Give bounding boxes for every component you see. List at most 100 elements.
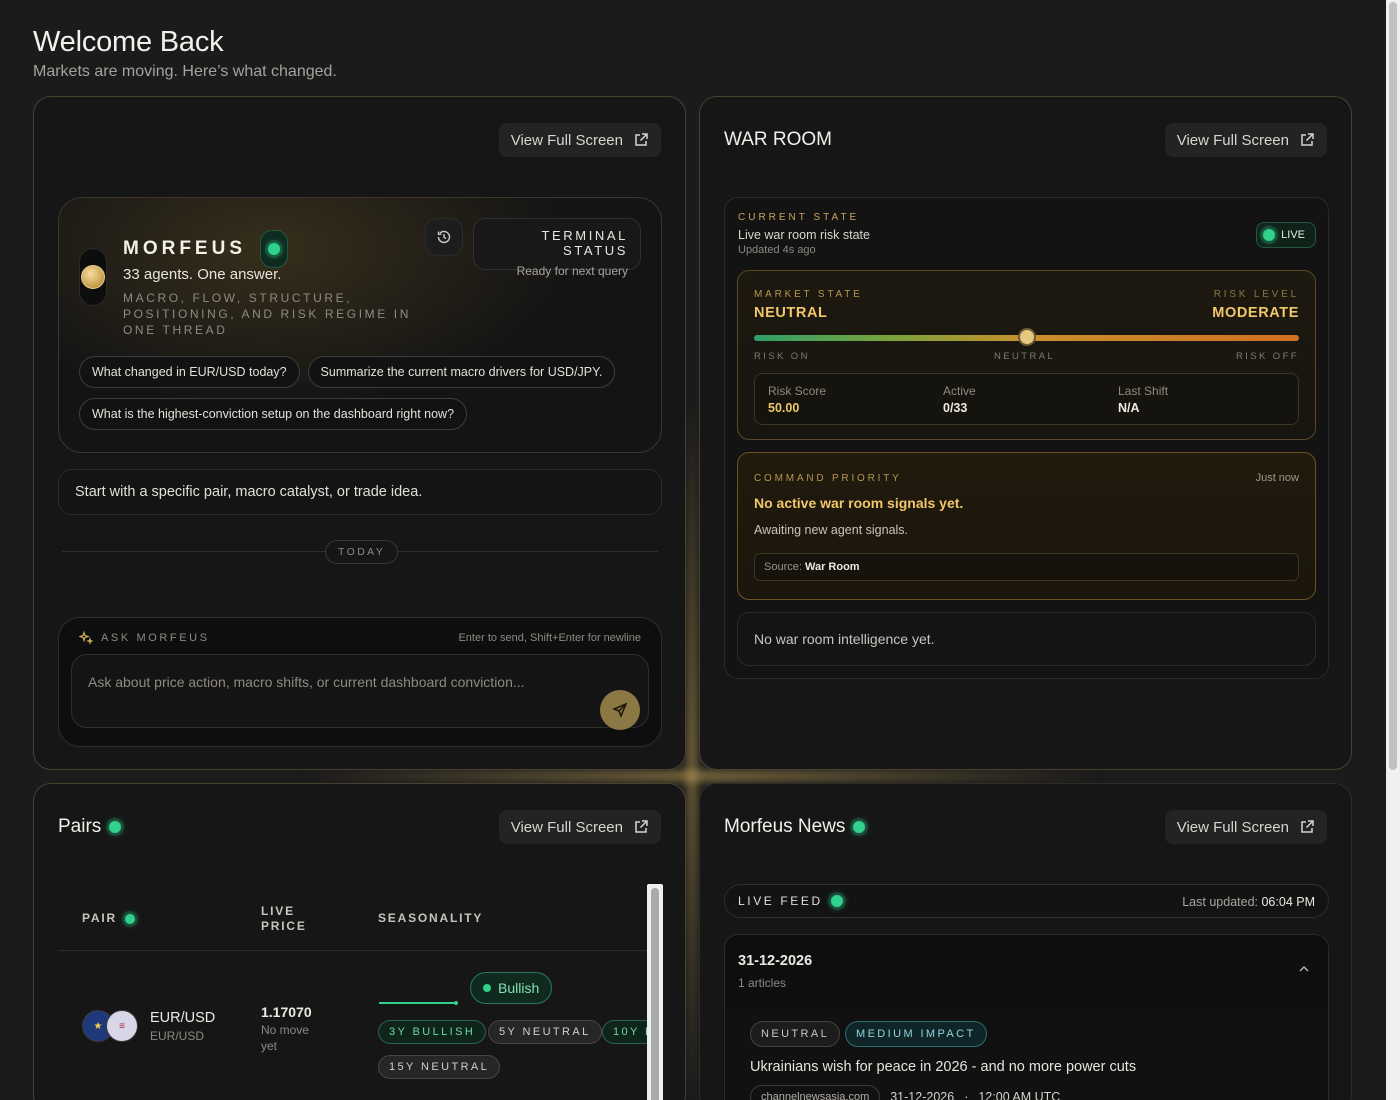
starter-message: Start with a specific pair, macro cataly… <box>58 469 662 515</box>
source-value: War Room <box>804 561 860 573</box>
suggestion-chips: What changed in EUR/USD today? Summarize… <box>79 356 639 430</box>
history-icon <box>437 230 451 244</box>
source-label: Source: <box>764 561 802 573</box>
view-full-screen-button[interactable]: View Full Screen <box>1164 123 1327 157</box>
impact-tag: MEDIUM IMPACT <box>845 1021 987 1047</box>
suggestion-chip[interactable]: What changed in EUR/USD today? <box>79 356 300 388</box>
chevron-up-icon[interactable] <box>1298 965 1310 973</box>
ask-morfeus-header: ASK MORFEUS <box>79 631 210 645</box>
stat-active: Active 0/33 <box>943 384 976 415</box>
news-day-count: 1 articles <box>738 976 787 990</box>
live-dot-icon <box>124 913 135 924</box>
live-badge: LIVE <box>1256 222 1316 248</box>
current-state-label: CURRENT STATE <box>738 212 860 223</box>
source-row: Source: War Room <box>754 553 1299 581</box>
price-move: No move yet <box>261 1023 310 1053</box>
command-priority-card: COMMAND PRIORITY Just now No active war … <box>737 452 1316 600</box>
ask-hint: Enter to send, Shift+Enter for newline <box>458 632 641 644</box>
view-full-screen-label: View Full Screen <box>510 131 623 149</box>
last-updated-label: Last updated: <box>1182 895 1258 909</box>
article-source[interactable]: channelnewsasia.com <box>750 1085 881 1100</box>
current-state-card: CURRENT STATE Live war room risk state U… <box>724 197 1329 679</box>
send-button[interactable] <box>600 690 640 730</box>
external-link-icon <box>1301 133 1314 146</box>
live-dot-icon <box>853 821 866 833</box>
view-full-screen-button[interactable]: View Full Screen <box>498 810 661 844</box>
risk-level-label: RISK LEVEL <box>1213 289 1299 300</box>
war-room-panel: WAR ROOM View Full Screen CURRENT STATE … <box>699 96 1352 770</box>
scale-neutral: NEUTRAL <box>994 351 1056 362</box>
article-meta: channelnewsasia.com 31-12-2026 · 12:00 A… <box>750 1085 1060 1100</box>
external-link-icon <box>635 820 648 833</box>
today-divider: TODAY <box>325 540 399 564</box>
article-time: 12:00 AM UTC <box>978 1090 1061 1100</box>
intelligence-empty-state: No war room intelligence yet. <box>737 612 1316 666</box>
article-date: 31-12-2026 <box>890 1090 955 1100</box>
ask-morfeus-label: ASK MORFEUS <box>101 632 210 644</box>
market-state-value: NEUTRAL <box>754 305 828 321</box>
risk-level-value: MODERATE <box>1212 305 1299 321</box>
sparkle-icon <box>79 631 93 645</box>
updated-timestamp: Updated 4s ago <box>738 244 816 256</box>
column-header-pair[interactable]: PAIR <box>82 911 135 926</box>
article-title[interactable]: Ukrainians wish for peace in 2026 - and … <box>750 1059 1136 1075</box>
pair-name: EUR/USD <box>150 1010 216 1026</box>
news-panel: Morfeus News View Full Screen LIVE FEED … <box>699 783 1352 1100</box>
command-priority-label: COMMAND PRIORITY <box>754 473 902 484</box>
terminal-status-value: Ready for next query <box>516 264 628 278</box>
ask-input[interactable]: Ask about price action, macro shifts, or… <box>71 654 649 730</box>
view-full-screen-label: View Full Screen <box>1176 131 1289 149</box>
page-header: Welcome Back Markets are moving. Here’s … <box>33 26 337 81</box>
seasonality-tag: 15Y NEUTRAL <box>378 1055 501 1079</box>
history-button[interactable] <box>425 218 463 256</box>
command-priority-title: No active war room signals yet. <box>754 495 964 511</box>
command-priority-text: Awaiting new agent signals. <box>754 523 909 537</box>
seasonality-tag: 5Y NEUTRAL <box>488 1020 602 1044</box>
morfeus-chat-panel: View Full Screen MORFEUS 33 agents. One … <box>33 96 686 770</box>
risk-stats: Risk Score 50.00 Active 0/33 Last Shift … <box>754 373 1299 425</box>
column-header-live-price[interactable]: LIVE PRICE <box>261 904 307 934</box>
live-dot-icon <box>1263 229 1276 241</box>
page-scrollbar[interactable] <box>1386 0 1400 1100</box>
pairs-panel: Pairs View Full Screen PAIR LIVE PRICE S… <box>33 783 686 1100</box>
morfeus-card: MORFEUS 33 agents. One answer. MACRO, FL… <box>58 197 662 453</box>
stat-value: 0/33 <box>943 401 968 415</box>
column-header-seasonality[interactable]: SEASONALITY <box>378 911 483 926</box>
suggestion-chip[interactable]: What is the highest-conviction setup on … <box>79 398 468 430</box>
sentiment-tag: NEUTRAL <box>750 1021 841 1047</box>
stat-last-shift: Last Shift N/A <box>1118 384 1168 415</box>
command-priority-time: Just now <box>1255 472 1299 484</box>
news-title: Morfeus News <box>724 816 866 838</box>
ask-morfeus-composer: ASK MORFEUS Enter to send, Shift+Enter f… <box>58 617 662 747</box>
panel-glow-divider <box>300 770 1100 782</box>
morfeus-description: MACRO, FLOW, STRUCTURE, POSITIONING, AND… <box>123 291 411 337</box>
online-status-indicator <box>260 230 288 268</box>
suggestion-chip[interactable]: Summarize the current macro drivers for … <box>307 356 616 388</box>
risk-gauge-thumb <box>1017 328 1036 346</box>
table-scrollbar[interactable] <box>647 884 663 1100</box>
view-full-screen-label: View Full Screen <box>510 818 623 836</box>
view-full-screen-button[interactable]: View Full Screen <box>498 123 661 157</box>
view-full-screen-button[interactable]: View Full Screen <box>1164 810 1327 844</box>
pair-sub: EUR/USD <box>150 1029 205 1043</box>
external-link-icon <box>1301 820 1314 833</box>
view-full-screen-label: View Full Screen <box>1176 818 1289 836</box>
terminal-status: TERMINAL STATUS Ready for next query <box>473 218 641 278</box>
seasonality-tags: 3Y BULLISH 5Y NEUTRAL 10Y BULLISH 15Y NE… <box>378 1016 648 1086</box>
ask-input-placeholder: Ask about price action, macro shifts, or… <box>88 674 525 690</box>
live-label: LIVE <box>1281 229 1305 241</box>
last-updated: Last updated: 06:04 PM <box>1182 895 1315 909</box>
live-feed-label: LIVE FEED <box>738 894 843 908</box>
morfeus-name: MORFEUS <box>123 230 288 268</box>
bias-badge: Bullish <box>470 972 553 1004</box>
last-updated-value: 06:04 PM <box>1261 895 1315 909</box>
morfeus-coin-icon <box>79 248 107 306</box>
live-price: 1.17070 <box>261 1004 312 1020</box>
terminal-status-label: TERMINAL STATUS <box>541 228 628 258</box>
news-day-header[interactable]: 31-12-2026 1 articles <box>725 935 1328 1007</box>
live-feed-bar: LIVE FEED Last updated: 06:04 PM <box>724 884 1329 918</box>
morfeus-name-text: MORFEUS <box>123 238 246 259</box>
page-subtitle: Markets are moving. Here’s what changed. <box>33 63 337 80</box>
stat-value: 50.00 <box>768 401 800 415</box>
market-state-label: MARKET STATE <box>754 289 863 300</box>
